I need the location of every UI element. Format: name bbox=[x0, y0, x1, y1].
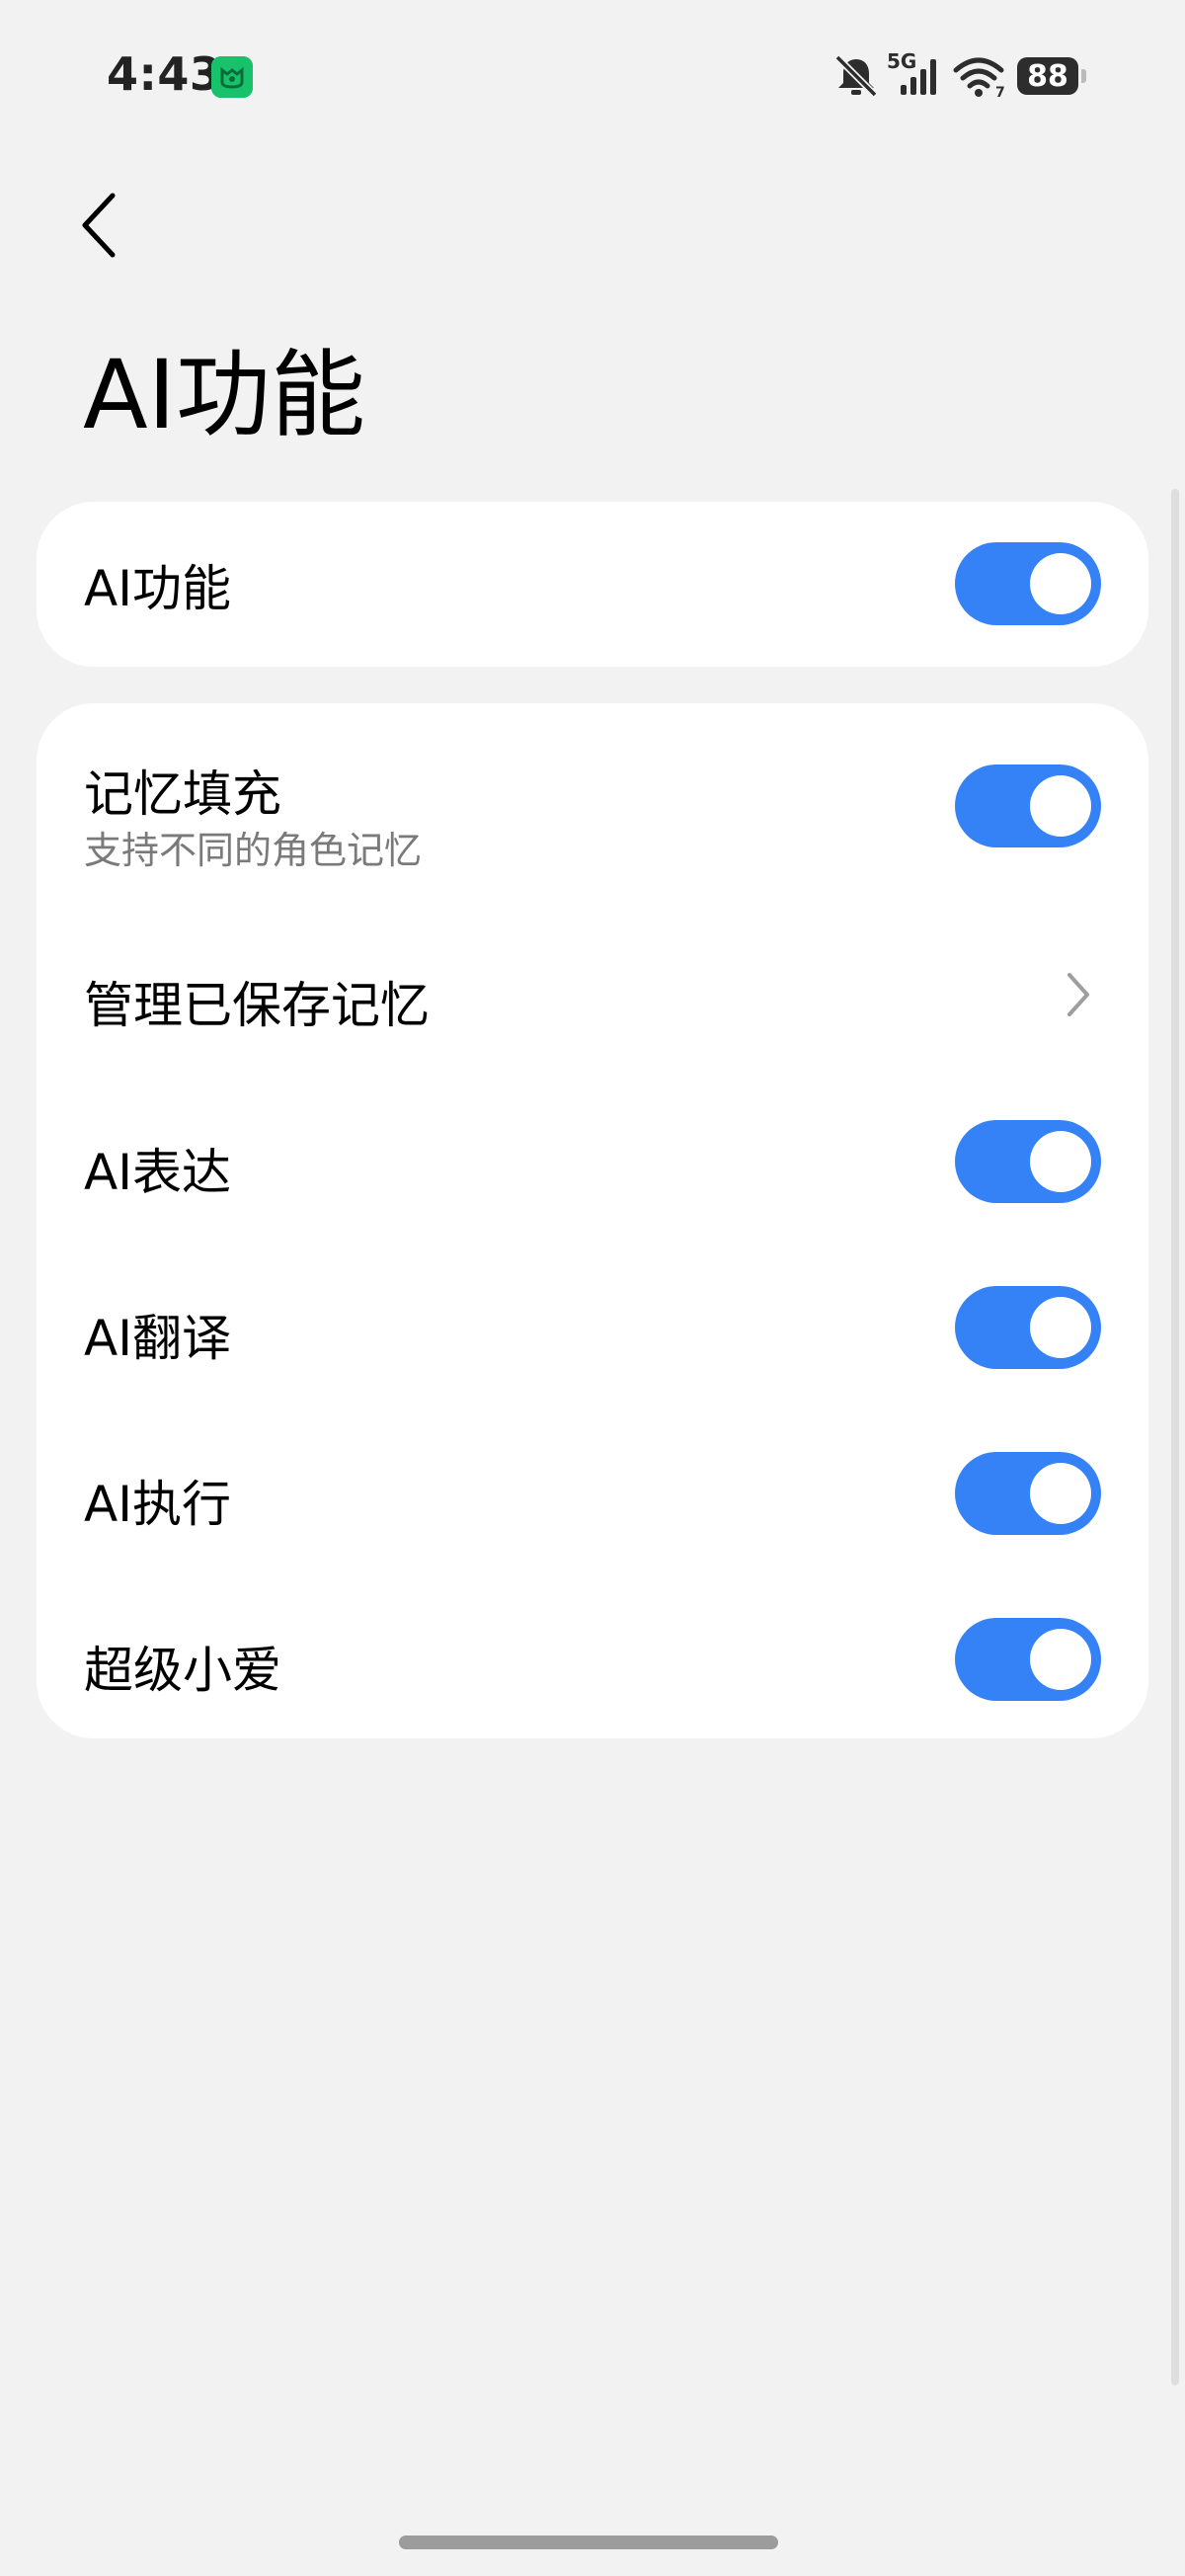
back-button[interactable] bbox=[59, 178, 138, 277]
ai-feature-row[interactable]: AI功能 bbox=[37, 502, 1148, 667]
wifi-icon: 7 bbox=[952, 53, 1005, 99]
ai-execute-label: AI执行 bbox=[84, 1476, 231, 1533]
super-xiaoai-row[interactable]: 超级小爱 bbox=[37, 1576, 1148, 1742]
ai-execute-row[interactable]: AI执行 bbox=[37, 1410, 1148, 1576]
ai-expression-toggle[interactable] bbox=[955, 1120, 1101, 1203]
ai-expression-label: AI表达 bbox=[84, 1144, 231, 1201]
memory-fill-label: 记忆填充 bbox=[84, 765, 281, 823]
ai-translate-toggle[interactable] bbox=[955, 1286, 1101, 1369]
ai-expression-row[interactable]: AI表达 bbox=[37, 1079, 1148, 1245]
silent-bell-icon bbox=[831, 53, 881, 99]
manage-memory-row[interactable]: 管理已保存记忆 bbox=[37, 911, 1148, 1079]
memory-fill-subtitle: 支持不同的角色记忆 bbox=[84, 829, 423, 872]
signal-icon: 5G bbox=[887, 49, 940, 99]
status-time: 4:43 bbox=[107, 47, 222, 101]
toggle-knob bbox=[1030, 1629, 1091, 1690]
back-arrow-icon bbox=[77, 192, 120, 263]
ai-translate-row[interactable]: AI翻译 bbox=[37, 1245, 1148, 1410]
chevron-right-icon bbox=[1058, 967, 1097, 1022]
toggle-knob bbox=[1030, 553, 1091, 614]
ai-translate-label: AI翻译 bbox=[84, 1310, 231, 1367]
ai-feature-card: AI功能 bbox=[37, 502, 1148, 667]
super-xiaoai-toggle[interactable] bbox=[955, 1618, 1101, 1701]
super-xiaoai-label: 超级小爱 bbox=[84, 1642, 281, 1699]
ai-settings-card: 记忆填充 支持不同的角色记忆 管理已保存记忆 AI表达 AI翻译 AI执行 超级… bbox=[37, 703, 1148, 1738]
mi-home-icon bbox=[211, 56, 253, 98]
ai-execute-toggle[interactable] bbox=[955, 1452, 1101, 1535]
battery-icon: 88 bbox=[1017, 57, 1086, 95]
memory-fill-row[interactable]: 记忆填充 支持不同的角色记忆 bbox=[37, 703, 1148, 911]
toggle-knob bbox=[1030, 775, 1091, 837]
toggle-knob bbox=[1030, 1131, 1091, 1192]
network-type: 5G bbox=[887, 49, 917, 73]
svg-text:7: 7 bbox=[995, 85, 1005, 99]
ai-feature-label: AI功能 bbox=[84, 559, 231, 617]
manage-memory-label: 管理已保存记忆 bbox=[84, 977, 430, 1034]
status-icons: 5G 7 88 bbox=[831, 49, 1086, 101]
home-indicator[interactable] bbox=[399, 2536, 778, 2549]
toggle-knob bbox=[1030, 1297, 1091, 1358]
scrollbar[interactable] bbox=[1171, 489, 1179, 2385]
status-bar: 4:43 5G 7 88 bbox=[0, 0, 1185, 148]
ai-feature-toggle[interactable] bbox=[955, 542, 1101, 625]
page-title: AI功能 bbox=[83, 340, 365, 450]
memory-fill-toggle[interactable] bbox=[955, 765, 1101, 847]
toggle-knob bbox=[1030, 1463, 1091, 1524]
